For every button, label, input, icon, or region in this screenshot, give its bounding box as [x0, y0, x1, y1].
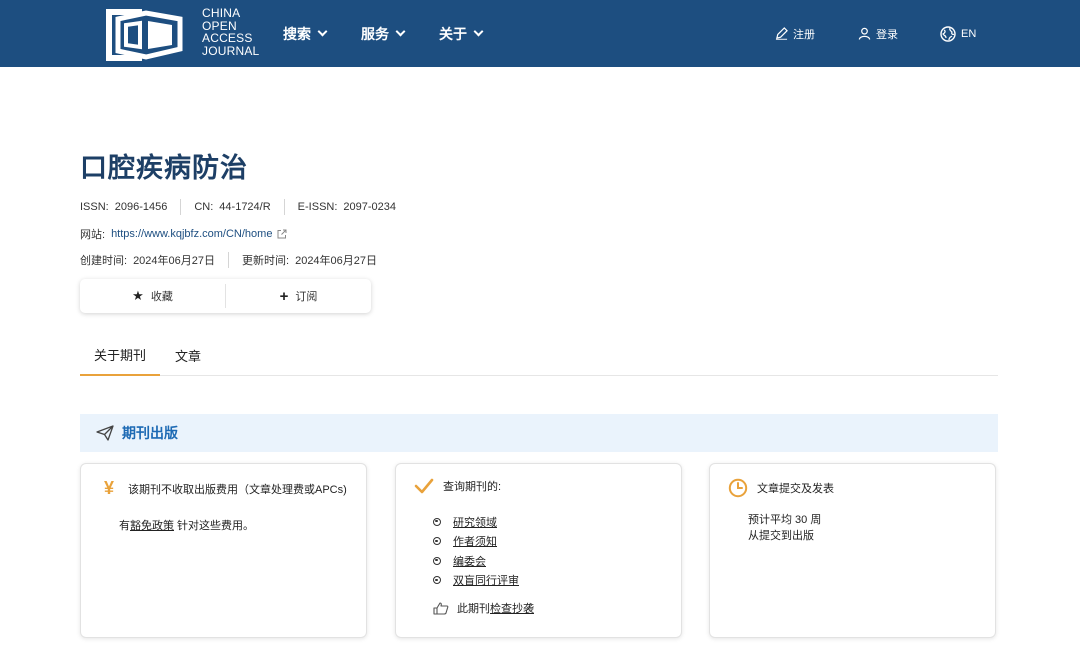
card-heading: 文章提交及发表: [728, 478, 834, 498]
list-item: 编委会: [433, 551, 519, 571]
plagiarism-check-link[interactable]: 检查抄袭: [490, 600, 534, 616]
checkmark-icon: [414, 478, 434, 494]
external-link-icon[interactable]: [277, 229, 287, 239]
plagiarism-prefix: 此期刊: [457, 603, 490, 615]
query-card: 查询期刊的: 研究领域 作者须知 编委会 双盲同行评审 此期刊 检查抄袭: [395, 463, 682, 638]
timeline-title: 文章提交及发表: [757, 483, 834, 495]
action-bar: ★ 收藏 + 订阅: [80, 279, 371, 313]
research-area-link[interactable]: 研究领域: [453, 514, 497, 530]
updated-value: 2024年06月27日: [295, 255, 378, 267]
fees-body-prefix: 有: [119, 520, 130, 532]
author-guide-link[interactable]: 作者须知: [453, 533, 497, 549]
journal-title: 口腔疾病防治: [80, 153, 248, 183]
bullet-icon: [433, 537, 441, 546]
issn-value: 2096-1456: [114, 201, 168, 213]
bullet-icon: [433, 517, 441, 526]
bullet-icon: [433, 576, 441, 585]
logo-icon: [106, 9, 183, 61]
tab-bar: 关于期刊 文章: [80, 335, 998, 376]
timeline-body: 预计平均 30 周 从提交到出版: [748, 512, 821, 544]
publishing-section-header: 期刊出版: [80, 414, 998, 452]
chevron-down-icon: [317, 26, 328, 37]
login-link[interactable]: 登录: [858, 0, 898, 67]
nav-search-menu[interactable]: 搜索: [283, 0, 328, 67]
query-link-list: 研究领域 作者须知 编委会 双盲同行评审: [433, 512, 519, 590]
journal-logo[interactable]: CHINA OPEN ACCESS JOURNAL: [102, 3, 262, 63]
language-label: EN: [961, 27, 977, 40]
user-icon: [858, 27, 871, 40]
nav-about-menu[interactable]: 关于: [439, 0, 484, 67]
paper-plane-icon: [96, 425, 114, 441]
nav-label: 关于: [439, 25, 467, 42]
nav-label: 服务: [361, 25, 389, 42]
plus-icon: +: [279, 287, 289, 305]
login-label: 登录: [876, 28, 898, 41]
subscribe-label: 订阅: [295, 291, 318, 303]
query-title: 查询期刊的:: [443, 481, 502, 493]
favorite-label: 收藏: [150, 291, 173, 303]
plagiarism-row: 此期刊 检查抄袭: [433, 600, 534, 616]
timeline-line: 从提交到出版: [748, 530, 814, 542]
divider: [283, 199, 285, 215]
timeline-line: 预计平均 30 周: [748, 514, 822, 526]
thumbs-up-icon: [433, 601, 449, 615]
website-link[interactable]: https://www.kqjbfz.com/CN/home: [111, 228, 272, 240]
card-heading: 查询期刊的:: [414, 478, 501, 494]
list-item: 双盲同行评审: [433, 571, 519, 591]
timeline-card: 文章提交及发表 预计平均 30 周 从提交到出版: [709, 463, 996, 638]
globe-icon: [940, 25, 956, 42]
website-label: 网站:: [80, 229, 106, 241]
section-title: 期刊出版: [122, 425, 178, 441]
fees-title: 该期刊不收取出版费用（文章处理费或APCs): [128, 483, 347, 496]
tab-articles[interactable]: 文章: [175, 335, 201, 376]
waiver-policy-link[interactable]: 豁免政策: [130, 520, 174, 532]
top-navigation-bar: CHINA OPEN ACCESS JOURNAL 搜索 服务 关于 注册 登录: [0, 0, 1080, 67]
list-item: 作者须知: [433, 532, 519, 552]
cn-value: 44-1724/R: [219, 201, 271, 213]
created-label: 创建时间:: [80, 255, 128, 267]
logo-wordmark: CHINA OPEN ACCESS JOURNAL: [202, 7, 259, 57]
list-item: 研究领域: [433, 512, 519, 532]
issn-label: ISSN:: [80, 201, 109, 213]
chevron-down-icon: [395, 26, 406, 37]
chevron-down-icon: [473, 26, 484, 37]
tab-label: 文章: [175, 349, 202, 364]
fees-body-suffix: 针对这些费用。: [174, 520, 255, 532]
yen-icon: ¥: [103, 478, 114, 498]
nav-services-menu[interactable]: 服务: [361, 0, 406, 67]
favorite-button[interactable]: ★ 收藏: [80, 279, 225, 313]
updated-label: 更新时间:: [242, 255, 290, 267]
bullet-icon: [433, 556, 441, 565]
cn-label: CN:: [194, 201, 214, 213]
star-icon: ★: [132, 288, 144, 303]
tab-about-journal[interactable]: 关于期刊: [80, 335, 160, 376]
tab-label: 关于期刊: [93, 348, 146, 363]
language-switch[interactable]: EN: [940, 0, 976, 67]
fees-body: 有豁免政策 针对这些费用。: [119, 518, 254, 534]
nav-label: 搜索: [283, 25, 311, 42]
logo-line: JOURNAL: [202, 43, 260, 58]
date-row: 创建时间: 2024年06月27日 更新时间: 2024年06月27日: [80, 252, 377, 268]
logo-line: ACCESS: [202, 31, 253, 45]
register-label: 注册: [793, 28, 815, 41]
peer-review-link[interactable]: 双盲同行评审: [453, 572, 519, 588]
clock-icon: [728, 478, 748, 498]
divider: [180, 199, 182, 215]
eissn-label: E-ISSN:: [297, 201, 338, 213]
register-link[interactable]: 注册: [775, 0, 815, 67]
created-value: 2024年06月27日: [133, 255, 216, 267]
website-row: 网站: https://www.kqjbfz.com/CN/home: [80, 226, 287, 242]
pencil-icon: [775, 27, 788, 40]
editorial-board-link[interactable]: 编委会: [453, 553, 486, 569]
divider: [228, 252, 230, 268]
fees-card: ¥ 该期刊不收取出版费用（文章处理费或APCs) 有豁免政策 针对这些费用。: [80, 463, 367, 638]
identifier-row: ISSN: 2096-1456 CN: 44-1724/R E-ISSN: 20…: [80, 199, 396, 215]
card-heading: ¥ 该期刊不收取出版费用（文章处理费或APCs): [99, 478, 347, 499]
eissn-value: 2097-0234: [343, 201, 397, 213]
logo-line: CHINA: [202, 6, 241, 20]
subscribe-button[interactable]: + 订阅: [225, 284, 371, 308]
